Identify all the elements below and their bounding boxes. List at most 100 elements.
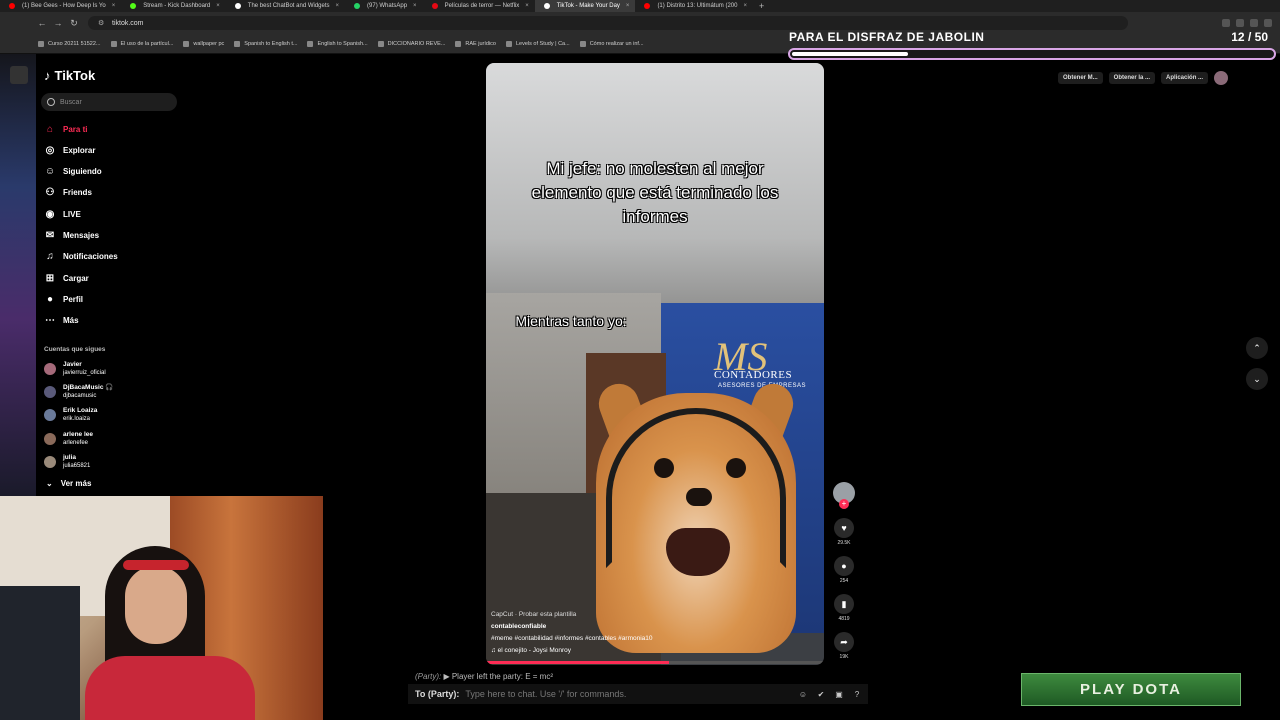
bookmark[interactable]: English to Spanish...	[307, 40, 368, 47]
dog-image	[726, 458, 746, 478]
comment-button[interactable]: ● 254	[832, 556, 856, 584]
back-icon[interactable]: ←	[34, 18, 50, 28]
followed-account[interactable]: DjBacaMusic 🎧 djbacamusic	[44, 384, 113, 400]
browser-tab[interactable]: (1) Bee Gees - How Deep Is Yo ×	[0, 0, 121, 12]
sidebar-item-explorar[interactable]: ◎ Explorar	[44, 142, 96, 158]
creator-avatar-button[interactable]: +	[832, 482, 856, 509]
extension-icon[interactable]	[1236, 19, 1244, 27]
dog-image	[654, 458, 674, 478]
avatar	[44, 409, 56, 421]
bookmark-icon	[579, 40, 586, 47]
video-hashtags[interactable]: #meme #contabilidad #informes #contables…	[491, 633, 819, 645]
help-icon[interactable]: ?	[850, 687, 864, 701]
like-button[interactable]: ♥ 29.5K	[832, 518, 856, 546]
browser-tab[interactable]: Películas de terror — Netflix ×	[423, 0, 535, 12]
browser-tab[interactable]: (1) Distrito 13: Ultimátum (200 ×	[635, 0, 753, 12]
video-music[interactable]: ♫ el conejito - Joysi Monroy	[491, 645, 819, 657]
video-caption-middle: Mientras tanto yo:	[515, 313, 627, 329]
goal-count: 12 / 50	[1231, 30, 1268, 44]
reload-icon[interactable]: ↻	[66, 18, 82, 29]
netflix-icon	[431, 3, 438, 9]
upload-icon: ⊞	[45, 272, 55, 284]
search-input[interactable]: Buscar	[41, 93, 177, 111]
profile-icon: ●	[46, 293, 54, 305]
bookmark[interactable]: Spanish to English t...	[234, 40, 297, 47]
close-tab-icon[interactable]: ×	[525, 3, 529, 9]
browser-tab-active[interactable]: TikTok - Make Your Day ×	[534, 0, 636, 12]
check-icon[interactable]: ✔	[814, 687, 828, 701]
sidebar-item-perfil[interactable]: ● Perfil	[44, 291, 83, 307]
extension-icon[interactable]	[1250, 19, 1258, 27]
sidebar-item-notificaciones[interactable]: ♫ Notificaciones	[44, 248, 117, 264]
bookmark[interactable]: Levels of Study | Ca...	[505, 40, 570, 47]
tiktok-logo[interactable]: ♪ TikTok	[44, 68, 95, 83]
video-info: CapCut · Probar esta plantilla contablec…	[491, 609, 819, 657]
bookmark[interactable]: RAE jurídico	[455, 40, 496, 47]
desktop-app-button[interactable]: Aplicación ...	[1161, 72, 1209, 84]
browser-tab[interactable]: The best ChatBot and Widgets ×	[226, 0, 345, 12]
close-tab-icon[interactable]: ×	[336, 3, 340, 9]
bookmark[interactable]: DICCIONARIO REVE...	[377, 40, 445, 47]
close-tab-icon[interactable]: ×	[216, 3, 220, 9]
forward-icon[interactable]: →	[50, 18, 66, 28]
close-tab-icon[interactable]: ×	[112, 3, 116, 9]
chevron-down-icon: ⌄	[1253, 373, 1261, 384]
home-icon: ⌂	[46, 123, 54, 135]
browser-tab[interactable]: Stream - Kick Dashboard ×	[121, 0, 226, 12]
bookmark[interactable]: Cómo realizar un inf...	[579, 40, 644, 47]
tiktok-top-actions: Obtener M... Obtener la ... Aplicación .…	[1058, 70, 1229, 86]
video-actions: + ♥ 29.5K ● 254 ▮ 4819 ➦ 19K	[832, 480, 856, 670]
sidebar-item-siguiendo[interactable]: ☺ Siguiendo	[44, 163, 102, 179]
close-tab-icon[interactable]: ×	[743, 3, 747, 9]
sidebar-item-friends[interactable]: ⚇ Friends	[44, 184, 92, 200]
streamer-image	[85, 536, 255, 720]
sidebar-item-para-ti[interactable]: ⌂ Para ti	[44, 121, 88, 137]
friends-icon: ⚇	[45, 186, 55, 198]
sidebar-item-cargar[interactable]: ⊞ Cargar	[44, 270, 89, 286]
browser-tab[interactable]: (97) WhatsApp ×	[345, 0, 423, 12]
video-player[interactable]: MS CONTADORES ASESORES DE EMPRESAS Mi je…	[486, 63, 824, 665]
bookmark[interactable]: El uso de la partícul...	[110, 40, 173, 47]
save-button[interactable]: ▮ 4819	[832, 594, 856, 622]
image-icon[interactable]: ▣	[832, 687, 846, 701]
company-name: CONTADORES	[714, 369, 793, 381]
close-tab-icon[interactable]: ×	[626, 3, 630, 9]
goal-progress-bar	[788, 48, 1276, 60]
video-progress-bar[interactable]	[486, 661, 824, 664]
user-avatar[interactable]	[1214, 71, 1229, 85]
dota-background-strip	[0, 54, 36, 496]
followed-account[interactable]: arlene lee arlenefee	[44, 431, 93, 447]
next-video-button[interactable]: ⌄	[1246, 368, 1268, 390]
get-app-button[interactable]: Obtener la ...	[1108, 72, 1156, 84]
new-tab-button[interactable]: +	[759, 1, 764, 11]
follow-plus-icon[interactable]: +	[839, 499, 849, 509]
extension-icon[interactable]	[1222, 19, 1230, 27]
followed-account[interactable]: julia julia65821	[44, 454, 90, 470]
whatsapp-icon	[354, 3, 361, 9]
play-dota-button[interactable]: PLAY DOTA	[1021, 673, 1241, 706]
followed-account[interactable]: Javier javierruiz_oficial	[44, 361, 106, 377]
video-author[interactable]: contableconfiable	[491, 621, 819, 633]
tiktok-icon	[543, 3, 550, 9]
bookmark[interactable]: Curso 20211 51522...	[38, 40, 101, 47]
share-button[interactable]: ➦ 19K	[832, 632, 856, 660]
close-tab-icon[interactable]: ×	[413, 3, 417, 9]
emoji-icon[interactable]: ☺	[796, 687, 810, 701]
sidebar-item-mensajes[interactable]: ✉ Mensajes	[44, 227, 99, 243]
site-info-icon[interactable]: ⚙	[98, 19, 106, 27]
search-icon	[47, 98, 55, 106]
get-coins-button[interactable]: Obtener M...	[1058, 72, 1103, 84]
previous-video-button[interactable]: ⌃	[1246, 337, 1268, 359]
sidebar-item-mas[interactable]: ⋯ Más	[44, 312, 79, 328]
sidebar-item-live[interactable]: ◉ LIVE	[44, 206, 81, 222]
chatbot-icon	[234, 3, 241, 9]
see-more-button[interactable]: ⌄ Ver más	[46, 479, 91, 488]
bookmark[interactable]: wallpaper pc	[183, 40, 224, 47]
chevron-up-icon: ⌃	[1253, 342, 1261, 353]
chat-input[interactable]: To (Party): Type here to chat. Use '/' f…	[408, 684, 868, 704]
extension-icon[interactable]	[1264, 19, 1272, 27]
avatar	[44, 456, 56, 468]
capcut-template-link[interactable]: CapCut · Probar esta plantilla	[491, 611, 576, 618]
followed-account[interactable]: Erik Loaiza erik.loaiza	[44, 407, 97, 423]
chat-message: (Party): ▶ Player left the party: E = mc…	[415, 672, 553, 681]
